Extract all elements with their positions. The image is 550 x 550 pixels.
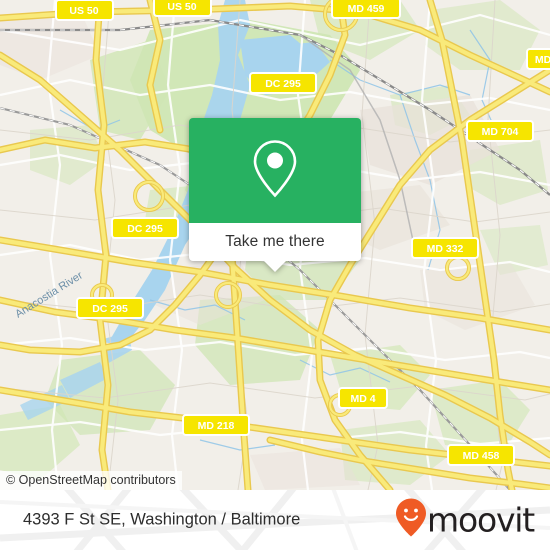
road-shield-label: MD 218 [198, 420, 235, 432]
callout-body [189, 118, 361, 223]
road-shield: MD 459 [331, 0, 401, 19]
road-shield-label: MD [535, 54, 550, 66]
road-shield: MD 458 [447, 444, 515, 466]
road-shield-label: MD 332 [427, 243, 464, 255]
road-shield: US 50 [153, 0, 212, 17]
moovit-map-screenshot: Anacostia River US 50 US 50 MD 459 MD DC… [0, 0, 550, 550]
map-pin-icon [251, 137, 299, 204]
road-shield: MD [526, 48, 550, 70]
callout-tail-pointer [263, 260, 287, 272]
road-shield: DC 295 [249, 72, 317, 94]
moovit-wordmark: moovit [427, 500, 535, 540]
road-shield-label: MD 458 [463, 450, 500, 462]
road-shield-label: US 50 [69, 5, 98, 17]
osm-attribution[interactable]: © OpenStreetMap contributors [0, 471, 182, 490]
road-shield: US 50 [55, 0, 114, 21]
road-shield-label: MD 4 [350, 393, 375, 405]
road-shield-label: DC 295 [265, 78, 301, 90]
address-label: 4393 F St SE, Washington / Baltimore [23, 510, 301, 529]
moovit-smiley-pin-icon [396, 498, 427, 542]
road-shield-label: MD 704 [482, 126, 519, 138]
road-shield: DC 295 [111, 217, 179, 239]
callout-footer[interactable]: Take me there [189, 223, 361, 272]
road-shield-label: US 50 [167, 1, 196, 13]
location-callout[interactable]: Take me there [189, 118, 361, 272]
road-shield-label: DC 295 [92, 303, 128, 315]
take-me-there-label: Take me there [225, 233, 325, 250]
road-shield-label: DC 295 [127, 223, 163, 235]
footer-bar: 4393 F St SE, Washington / Baltimore moo… [0, 490, 550, 550]
road-shield: DC 295 [76, 297, 144, 319]
road-shield: MD 218 [182, 414, 250, 436]
road-shield: MD 332 [411, 237, 479, 259]
moovit-logo[interactable]: moovit [396, 498, 535, 542]
road-shield-label: MD 459 [348, 3, 385, 15]
road-shield: MD 4 [338, 387, 388, 409]
road-shield: MD 704 [466, 120, 534, 142]
